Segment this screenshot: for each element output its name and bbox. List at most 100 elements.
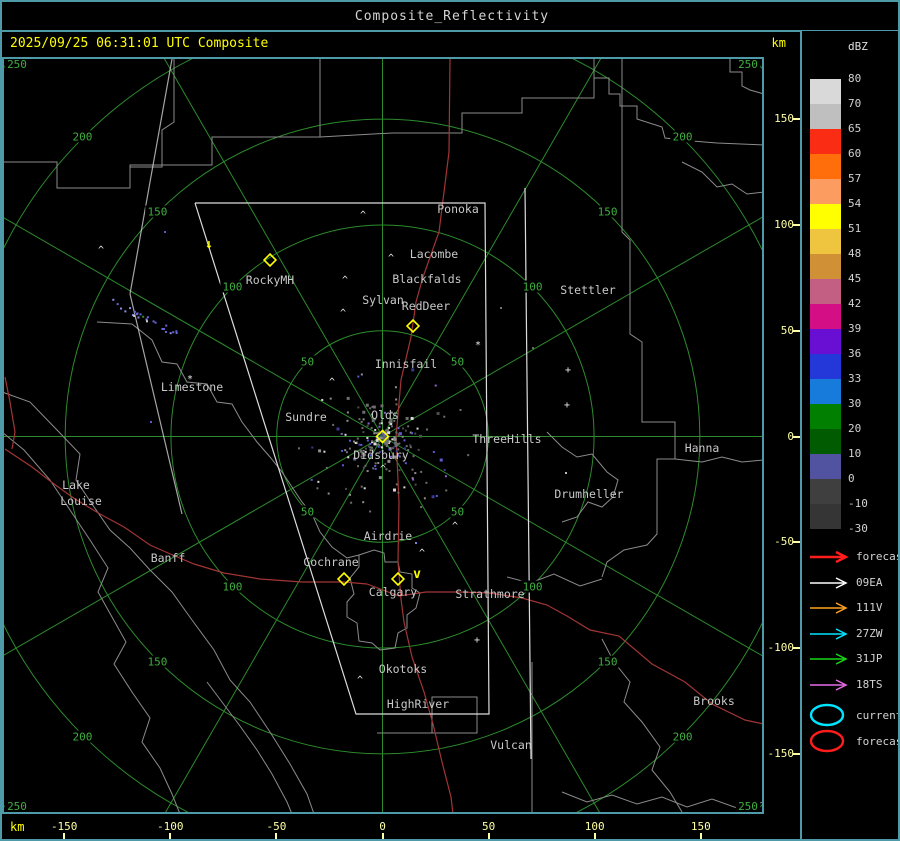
dbz-swatch	[810, 304, 841, 329]
city-label: Brooks	[693, 694, 735, 708]
right-axis-tick	[793, 118, 800, 121]
dbz-scale-value: 45	[848, 272, 862, 285]
legend-item: 18TS	[808, 677, 898, 693]
dbz-scale-value: 60	[848, 147, 862, 160]
bottom-axis-tick-label: -150	[50, 820, 78, 833]
dbz-swatch	[810, 229, 841, 254]
dbz-scale-value: 65	[848, 122, 862, 135]
dbz-scale-value: 36	[848, 347, 862, 360]
legend-item-label: 27ZW	[856, 626, 883, 640]
svg-text:200: 200	[72, 731, 92, 744]
svg-text:150: 150	[598, 656, 618, 669]
radar-site-icon	[390, 571, 406, 587]
svg-text:150: 150	[148, 205, 168, 218]
svg-text:250: 250	[738, 58, 758, 71]
dbz-swatch	[810, 204, 841, 229]
svg-text:50: 50	[301, 506, 314, 519]
bottom-axis-tick	[63, 833, 66, 839]
town-marker-icon: ^	[98, 245, 104, 256]
city-label: Lacombe	[410, 247, 459, 261]
dbz-scale-value: 48	[848, 247, 862, 260]
city-label: Vulcan	[490, 738, 532, 752]
track-arrow-icon	[810, 627, 848, 640]
radar-site-icon	[336, 571, 352, 587]
dbz-scale-value: 30	[848, 397, 862, 410]
svg-text:250: 250	[7, 58, 27, 71]
legend-item: 27ZW	[808, 626, 898, 642]
dbz-scale-value: 54	[848, 197, 862, 210]
map-markers-layer: ↓ v ^ ^ ^ ^ ^ ^ ^ ^ ^ ^ + + + * *	[98, 210, 571, 686]
track-arrow-icon	[810, 576, 848, 589]
svg-text:100: 100	[223, 280, 243, 293]
right-axis-tick	[793, 541, 800, 544]
dbz-scale-value: 33	[848, 372, 862, 385]
track-arrow-icon	[810, 602, 848, 614]
legend-item: 09EA	[808, 575, 898, 591]
town-marker-icon: ^	[452, 521, 458, 532]
colorbar-title: dBZ	[848, 40, 868, 53]
city-label: Cochrane	[303, 555, 358, 569]
track-arrow-icon	[810, 653, 848, 665]
dbz-swatch	[810, 129, 841, 154]
city-label: RedDeer	[402, 299, 451, 313]
dbz-scale-value: -10	[848, 497, 868, 510]
dbz-scale-value: 70	[848, 97, 862, 110]
dbz-swatch	[810, 329, 841, 354]
town-marker-icon: +	[565, 365, 571, 376]
svg-text:100: 100	[523, 581, 543, 594]
dbz-swatch	[810, 179, 841, 204]
svg-text:50: 50	[451, 355, 464, 368]
right-axis-tick-label: -100	[767, 641, 795, 655]
svg-text:150: 150	[598, 205, 618, 218]
bottom-axis-tick	[381, 833, 384, 839]
legend-item-label: current	[856, 709, 900, 722]
right-axis-tick-label: 100	[774, 217, 794, 231]
colour-scale-panel: dBZ 80 70 65 60 57 54 51 48 45 42 39 36 33 30 20 10 0 -10…	[802, 31, 900, 839]
dbz-swatch	[810, 479, 841, 504]
dbz-swatch	[810, 379, 841, 404]
town-marker-icon: *	[187, 374, 193, 385]
town-marker-icon: +	[474, 635, 480, 646]
legend-item-label: 18TS	[856, 677, 883, 691]
right-axis-tick-label: 50	[780, 323, 794, 337]
radar-map-canvas[interactable]: 50 50 50 50 100 100 100 100 150 150 150 150 200 200 20…	[2, 57, 764, 814]
bottom-axis-tick-label: 50	[481, 820, 496, 833]
legend-item-label: 31JP	[856, 652, 883, 665]
legend-item-label: forecast	[856, 735, 898, 748]
svg-text:100: 100	[523, 280, 543, 293]
city-label: Airdrie	[364, 529, 413, 543]
right-axis-tick	[793, 435, 800, 438]
svg-text:200: 200	[72, 130, 92, 143]
svg-text:250: 250	[738, 800, 758, 813]
dbz-swatch	[810, 354, 841, 379]
right-axis-tick	[793, 752, 800, 755]
city-label: Louise	[60, 494, 102, 508]
dbz-scale-value: 10	[848, 447, 862, 460]
legend-item: current	[808, 702, 900, 728]
radar-sector-outline	[129, 59, 532, 760]
town-marker-icon: ^	[329, 377, 335, 388]
city-label: RockyMH	[246, 273, 295, 287]
dbz-scale-value: 51	[848, 222, 862, 235]
storm-vector-icon: ↓	[205, 237, 213, 252]
city-label: Olds	[371, 408, 399, 422]
bottom-axis-tick	[169, 833, 172, 839]
city-label: HighRiver	[387, 697, 449, 711]
right-axis-tick	[793, 223, 800, 226]
town-marker-icon: +	[564, 400, 570, 411]
town-marker-icon: ^	[340, 308, 346, 319]
legend-item-label: 111V	[856, 601, 883, 614]
dbz-scale-value: 42	[848, 297, 862, 310]
city-label: Drumheller	[554, 487, 623, 501]
svg-text:200: 200	[673, 731, 693, 744]
dbz-swatch	[810, 429, 841, 454]
town-marker-icon: ^	[419, 548, 425, 559]
legend-item-label: forecast	[856, 550, 898, 563]
city-label: Blackfalds	[392, 272, 461, 286]
town-marker-icon: ^	[380, 464, 386, 475]
right-axis-tick	[793, 329, 800, 332]
bottom-axis-tick-label: 100	[584, 820, 605, 833]
svg-text:250: 250	[7, 800, 27, 813]
dbz-swatch	[810, 79, 841, 104]
city-label: Hanna	[685, 441, 720, 455]
